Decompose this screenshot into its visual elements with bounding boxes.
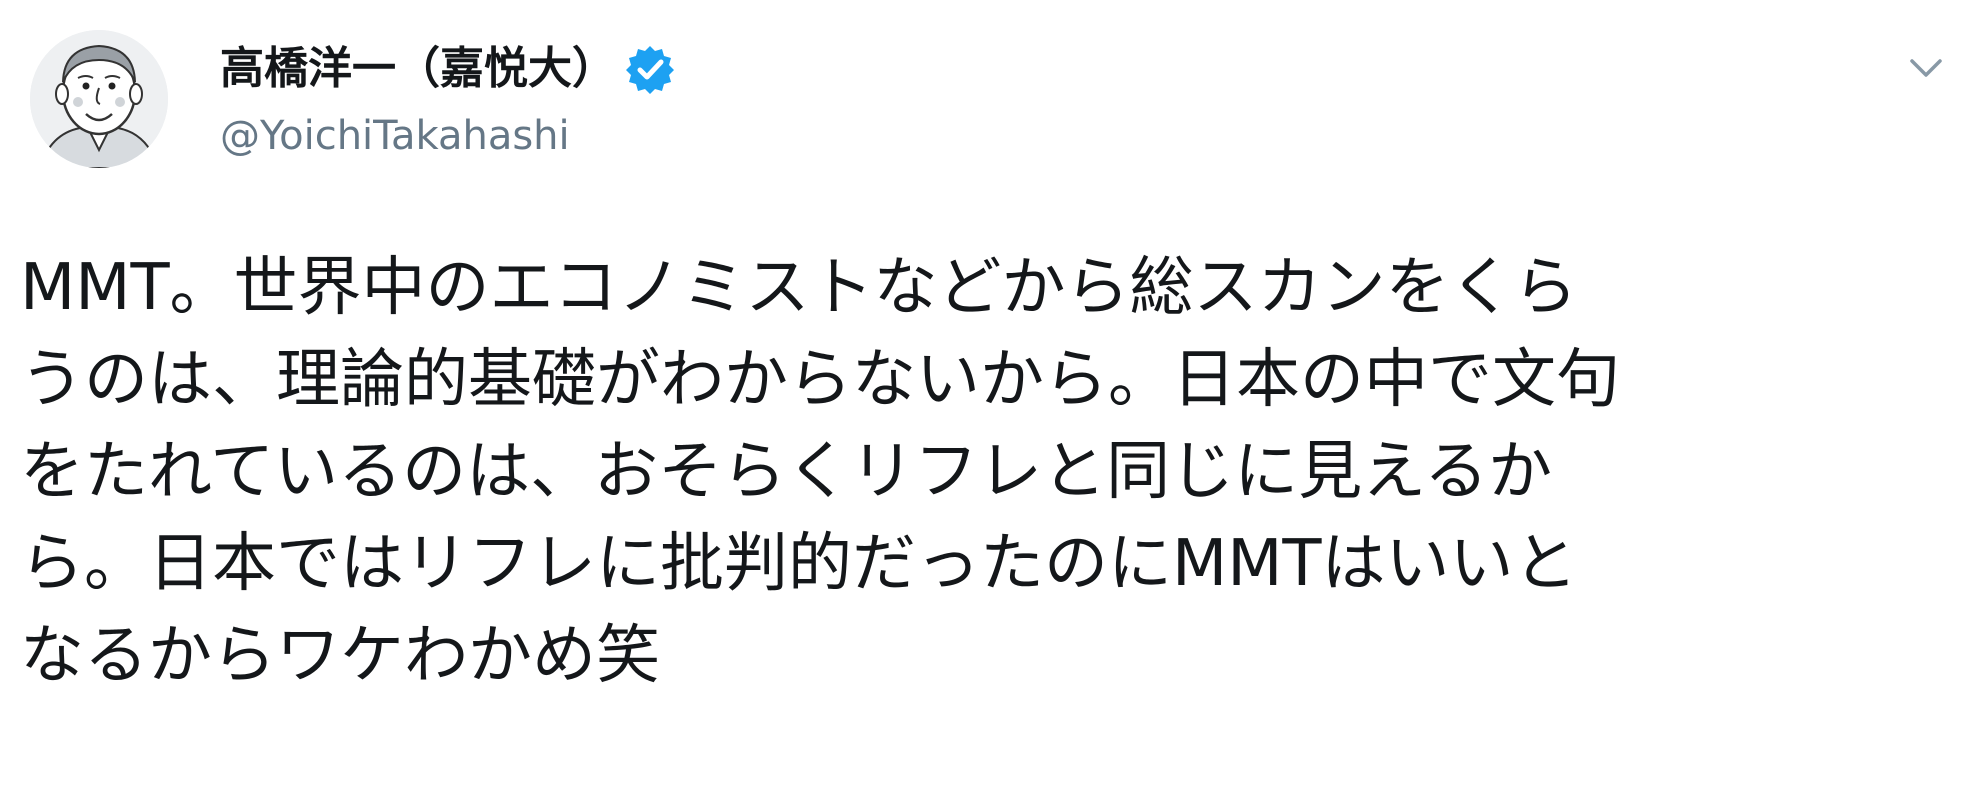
username[interactable]: @YoichiTakahashi (220, 108, 570, 164)
verified-badge-icon (624, 43, 676, 95)
display-name-row[interactable]: 高橋洋一（嘉悦大） (220, 38, 676, 100)
tweet-text-line: なるからワケわかめ笑 (20, 619, 660, 693)
avatar-caricature-icon (30, 30, 168, 168)
tweet-text-line: をたれているのは、おそらくリフレと同じに見えるか (20, 435, 1553, 509)
avatar[interactable] (30, 30, 168, 168)
tweet-text: MMT。世界中のエコノミストなどから総スカンをくら うのは、理論的基礎がわからな… (20, 242, 1920, 702)
tweet: 高橋洋一（嘉悦大） @YoichiTakahashi MMT。世界中のエコノミス… (0, 0, 1984, 788)
tweet-text-line: うのは、理論的基礎がわからないから。日本の中で文句 (20, 343, 1620, 417)
tweet-text-line: ら。日本ではリフレに批判的だったのにMMTはいいと (20, 527, 1578, 601)
tweet-text-line: MMT。世界中のエコノミストなどから総スカンをくら (20, 251, 1578, 325)
display-name[interactable]: 高橋洋一（嘉悦大） (220, 38, 616, 100)
chevron-down-icon (1910, 59, 1942, 77)
more-options-button[interactable] (1898, 40, 1954, 96)
